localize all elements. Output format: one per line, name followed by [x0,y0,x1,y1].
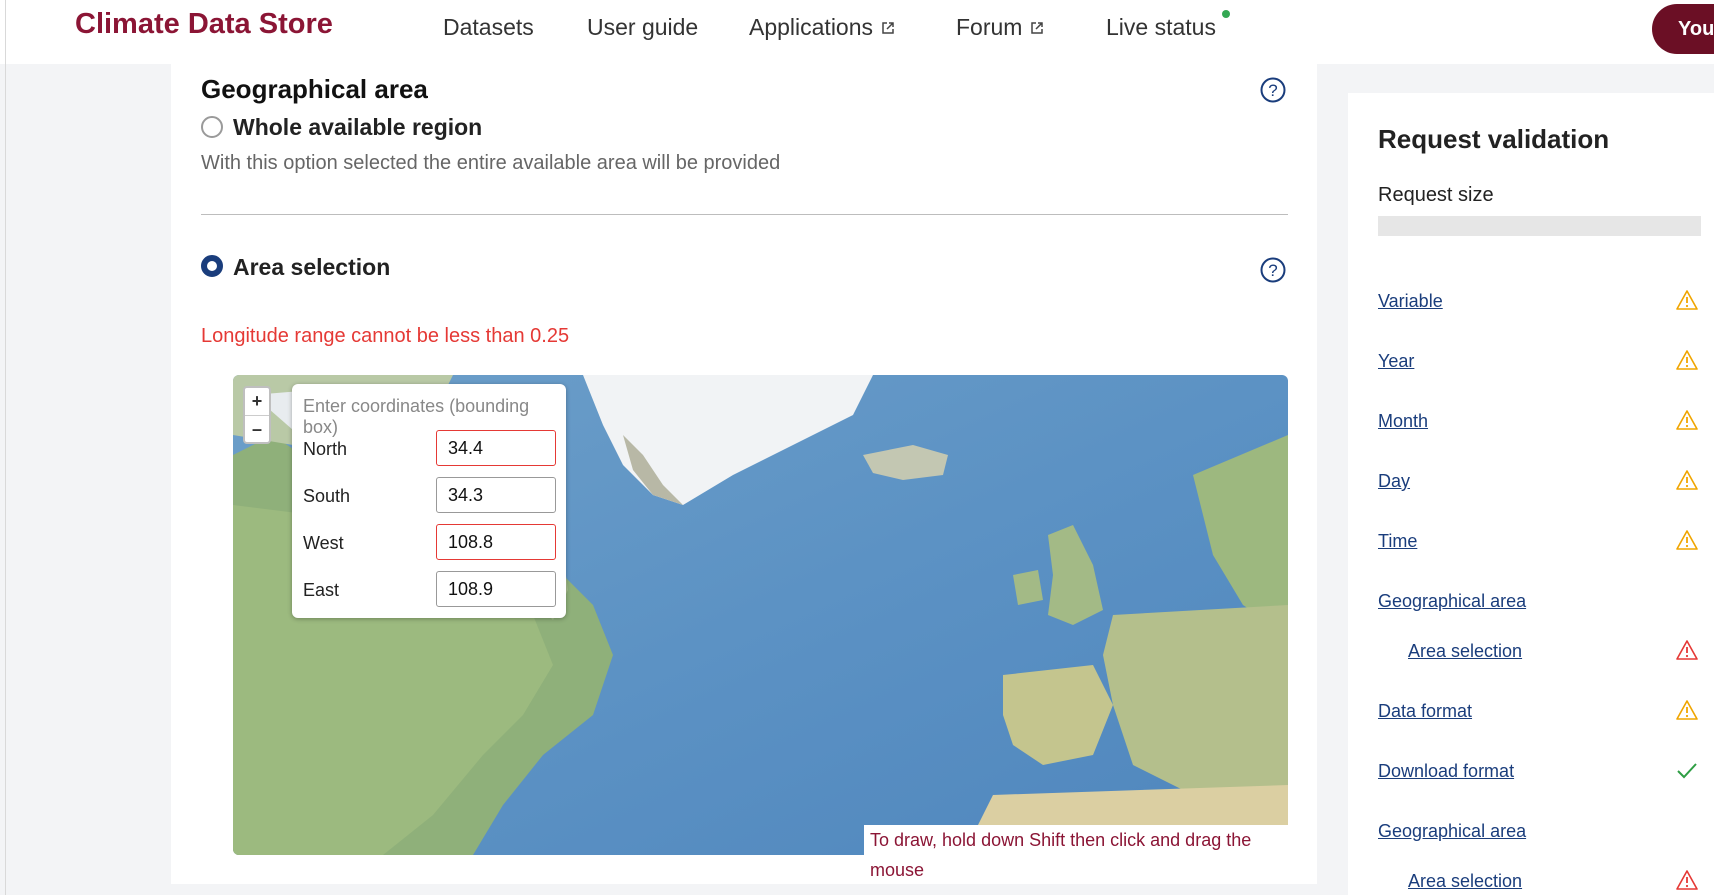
zoom-out-button[interactable]: – [245,416,269,443]
validation-link-data-format[interactable]: Data format [1378,701,1472,722]
nav-live-status-label: Live status [1106,14,1216,40]
warning-icon [1676,410,1698,430]
validation-link-geographical-area[interactable]: Geographical area [1378,591,1526,612]
north-input[interactable]: 34.4 [436,430,556,466]
radio-whole-region[interactable] [201,116,223,138]
zoom-in-button[interactable]: + [245,388,269,416]
validation-link-time[interactable]: Time [1378,531,1417,552]
nav-datasets-label: Datasets [443,14,534,40]
status-dot-icon [1221,10,1230,18]
validation-link-year[interactable]: Year [1378,351,1414,372]
zoom-control: + – [243,386,271,444]
error-message: Longitude range cannot be less than 0.25 [201,325,570,347]
nav-forum-label: Forum [956,14,1023,40]
nav-applications-label: Applications [749,14,874,40]
external-link-icon [1031,21,1044,34]
account-button[interactable]: You [1652,4,1714,54]
radio-area-selection[interactable] [201,255,223,277]
area-selection-label[interactable]: Area selection [233,254,390,281]
nav-live-status-wrap: Live status [1106,10,1230,41]
validation-link-area-selection[interactable]: Area selection [1408,641,1522,662]
coordinates-panel: Enter coordinates (bounding box) North 3… [292,384,566,618]
divider [201,214,1288,215]
error-icon [1676,870,1698,890]
warning-icon [1676,700,1698,720]
east-label: East [303,580,340,600]
nav-applications[interactable]: Applications [749,14,895,41]
east-input[interactable]: 108.9 [436,571,556,607]
south-label: South [303,486,351,506]
whole-region-label[interactable]: Whole available region [233,114,482,141]
validation-link-variable[interactable]: Variable [1378,291,1443,312]
help-icon[interactable]: ? [1260,77,1286,103]
warning-icon [1676,530,1698,550]
nav-datasets[interactable]: Datasets [443,14,534,41]
checkmark-icon [1677,763,1697,779]
error-icon [1676,640,1698,660]
north-label: North [303,439,348,459]
nav-forum[interactable]: Forum [956,14,1044,41]
external-link-icon [882,21,894,34]
validation-title: Request validation [1378,124,1610,154]
validation-link-download-format[interactable]: Download format [1378,761,1514,782]
request-size-bar [1378,216,1701,236]
section-title: Geographical area [201,74,428,104]
nav-user-guide-label: User guide [587,14,699,40]
west-input[interactable]: 108.8 [436,524,556,560]
validation-link-area-selection-2[interactable]: Area selection [1408,871,1522,892]
brand-logo[interactable]: Climate Data Store [75,8,333,41]
svg-text:?: ? [1268,81,1277,100]
south-input[interactable]: 34.3 [436,477,556,513]
warning-icon [1676,350,1698,370]
request-size-label: Request size [1378,184,1494,206]
nav-user-guide[interactable]: User guide [587,14,698,41]
svg-text:?: ? [1268,261,1277,280]
validation-link-geographical-area-2[interactable]: Geographical area [1378,821,1526,842]
help-icon[interactable]: ? [1260,257,1286,283]
validation-link-month[interactable]: Month [1378,411,1428,432]
warning-icon [1676,470,1698,490]
whole-region-description: With this option selected the entire ava… [201,152,781,174]
draw-hint: To draw, hold down Shift then click and … [864,825,1288,880]
page-left-border [5,0,6,895]
validation-link-day[interactable]: Day [1378,471,1410,492]
warning-icon [1676,290,1698,310]
nav-live-status[interactable]: Live status [1106,10,1230,41]
west-label: West [303,533,344,553]
